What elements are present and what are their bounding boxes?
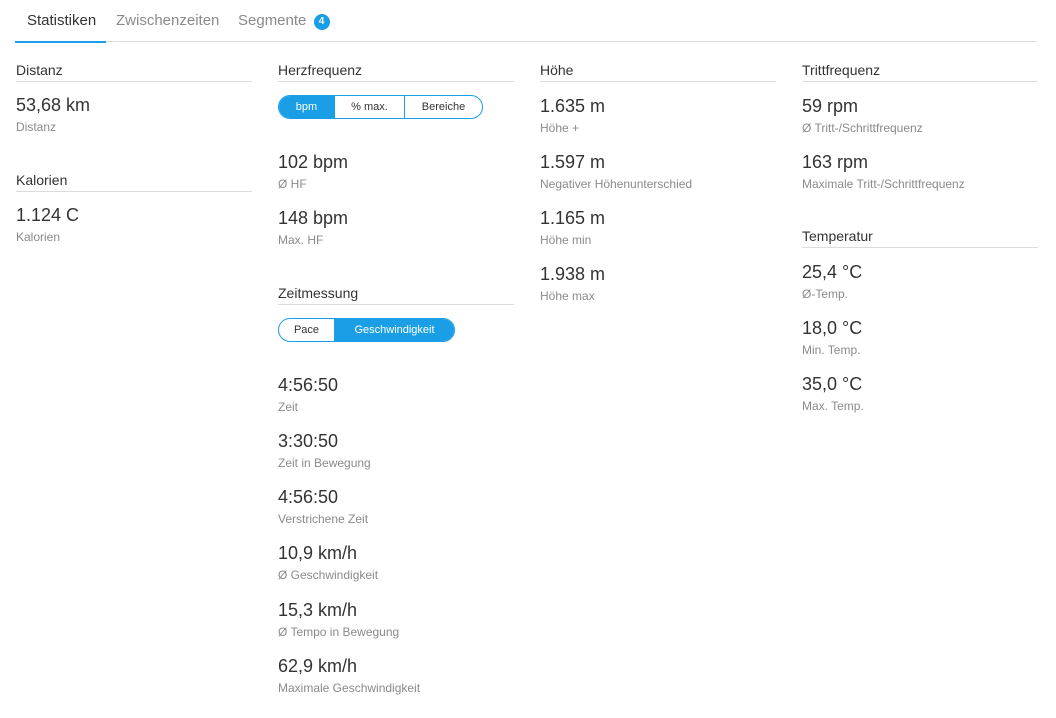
stat-max-temp: 35,0 °C Max. Temp. [802, 373, 1038, 413]
stat-elapsed-time: 4:56:50 Verstrichene Zeit [278, 486, 514, 526]
section-title: Zeitmessung [278, 285, 514, 305]
stat-value: 102 bpm [278, 152, 349, 172]
section-herzfrequenz: Herzfrequenz bpm % max. Bereiche 102 bpm… [278, 62, 514, 247]
stat-min-temp: 18,0 °C Min. Temp. [802, 317, 1038, 357]
stat-max-hr: 148 bpm Max. HF [278, 207, 514, 247]
hr-unit-toggle: bpm % max. Bereiche [278, 95, 483, 119]
stat-value: 163 rpm [802, 152, 869, 172]
stat-label: Verstrichene Zeit [278, 512, 369, 526]
stat-label: Max. Temp. [802, 399, 864, 413]
stat-value: 1.938 m [540, 264, 606, 284]
stat-label: Höhe + [540, 121, 580, 135]
stat-value: 4:56:50 [278, 375, 339, 395]
stat-elevation-max: 1.938 m Höhe max [540, 263, 776, 303]
toggle-bereiche[interactable]: Bereiche [405, 96, 482, 118]
stat-value: 1.635 m [540, 96, 606, 116]
stat-label: Zeit in Bewegung [278, 456, 371, 470]
tab-bar: Statistiken Zwischenzeiten Segmente 4 [14, 0, 1037, 43]
stat-value: 148 bpm [278, 208, 349, 228]
section-trittfrequenz: Trittfrequenz 59 rpm Ø Tritt-/Schrittfre… [802, 62, 1038, 191]
section-title: Höhe [540, 62, 776, 82]
stat-calories: 1.124 C Kalorien [16, 204, 252, 244]
stat-label: Min. Temp. [802, 343, 861, 357]
section-zeitmessung: Zeitmessung Pace Geschwindigkeit 4:56:50… [278, 285, 514, 695]
stat-value: 25,4 °C [802, 262, 863, 282]
stat-elevation-loss: 1.597 m Negativer Höhenunterschied [540, 151, 776, 191]
stat-label: Distanz [16, 120, 57, 134]
stat-label: Ø HF [278, 177, 307, 191]
stat-value: 18,0 °C [802, 318, 863, 338]
stat-value: 1.597 m [540, 152, 606, 172]
section-title: Distanz [16, 62, 252, 82]
toggle-percent-max[interactable]: % max. [335, 96, 405, 118]
stat-label: Ø-Temp. [802, 287, 849, 301]
stat-avg-speed: 10,9 km/h Ø Geschwindigkeit [278, 542, 514, 582]
stat-value: 3:30:50 [278, 431, 339, 451]
stat-label: Maximale Tritt-/Schrittfrequenz [802, 177, 965, 191]
stat-time: 4:56:50 Zeit [278, 374, 514, 414]
stat-moving-time: 3:30:50 Zeit in Bewegung [278, 430, 514, 470]
toggle-pace[interactable]: Pace [279, 319, 335, 341]
stat-label: Höhe max [540, 289, 595, 303]
stat-avg-cadence: 59 rpm Ø Tritt-/Schrittfrequenz [802, 95, 1038, 135]
toggle-geschwindigkeit[interactable]: Geschwindigkeit [335, 319, 454, 341]
stat-label: Ø Geschwindigkeit [278, 568, 379, 582]
tab-label: Zwischenzeiten [116, 12, 220, 29]
tab-zwischenzeiten[interactable]: Zwischenzeiten [116, 12, 219, 42]
section-distanz: Distanz 53,68 km Distanz [16, 62, 252, 134]
stat-value: 1.165 m [540, 208, 606, 228]
stat-value: 4:56:50 [278, 487, 339, 507]
stat-value: 10,9 km/h [278, 543, 358, 563]
section-temperatur: Temperatur 25,4 °C Ø-Temp. 18,0 °C Min. … [802, 228, 1038, 413]
stat-avg-temp: 25,4 °C Ø-Temp. [802, 261, 1038, 301]
stat-value: 35,0 °C [802, 374, 863, 394]
tab-statistiken[interactable]: Statistiken [14, 12, 107, 43]
stat-label: Maximale Geschwindigkeit [278, 681, 421, 695]
stat-label: Negativer Höhenunterschied [540, 177, 693, 191]
stat-label: Zeit [278, 400, 299, 414]
timing-mode-toggle: Pace Geschwindigkeit [278, 318, 455, 342]
toggle-bpm[interactable]: bpm [279, 96, 335, 118]
stat-label: Ø Tempo in Bewegung [278, 625, 400, 639]
stat-max-cadence: 163 rpm Maximale Tritt-/Schrittfrequenz [802, 151, 1038, 191]
stat-value: 59 rpm [802, 96, 859, 116]
segment-count-badge: 4 [313, 14, 330, 30]
section-hoehe: Höhe 1.635 m Höhe + 1.597 m Negativer Hö… [540, 62, 776, 303]
activity-stats-page: Statistiken Zwischenzeiten Segmente 4 Di… [0, 0, 1056, 718]
stat-label: Ø Tritt-/Schrittfrequenz [802, 121, 923, 135]
section-title: Temperatur [802, 228, 1038, 248]
stat-elevation-gain: 1.635 m Höhe + [540, 95, 776, 135]
stat-avg-hr: 102 bpm Ø HF [278, 151, 514, 191]
stat-distance: 53,68 km Distanz [16, 94, 252, 134]
stat-max-speed: 62,9 km/h Maximale Geschwindigkeit [278, 655, 514, 695]
stat-value: 15,3 km/h [278, 600, 358, 620]
stat-elevation-min: 1.165 m Höhe min [540, 207, 776, 247]
section-title: Trittfrequenz [802, 62, 1038, 82]
stat-value: 53,68 km [16, 95, 91, 115]
stat-label: Höhe min [540, 233, 592, 247]
section-title: Herzfrequenz [278, 62, 514, 82]
tab-segmente[interactable]: Segmente 4 [238, 12, 330, 42]
section-title: Kalorien [16, 172, 252, 192]
stat-value: 1.124 C [16, 205, 80, 225]
tab-label: Statistiken [27, 12, 97, 29]
stat-label: Kalorien [16, 230, 61, 244]
stat-value: 62,9 km/h [278, 656, 358, 676]
section-kalorien: Kalorien 1.124 C Kalorien [16, 172, 252, 244]
tab-label: Segmente [238, 12, 307, 29]
stat-label: Max. HF [278, 233, 324, 247]
stat-avg-moving-speed: 15,3 km/h Ø Tempo in Bewegung [278, 599, 514, 639]
